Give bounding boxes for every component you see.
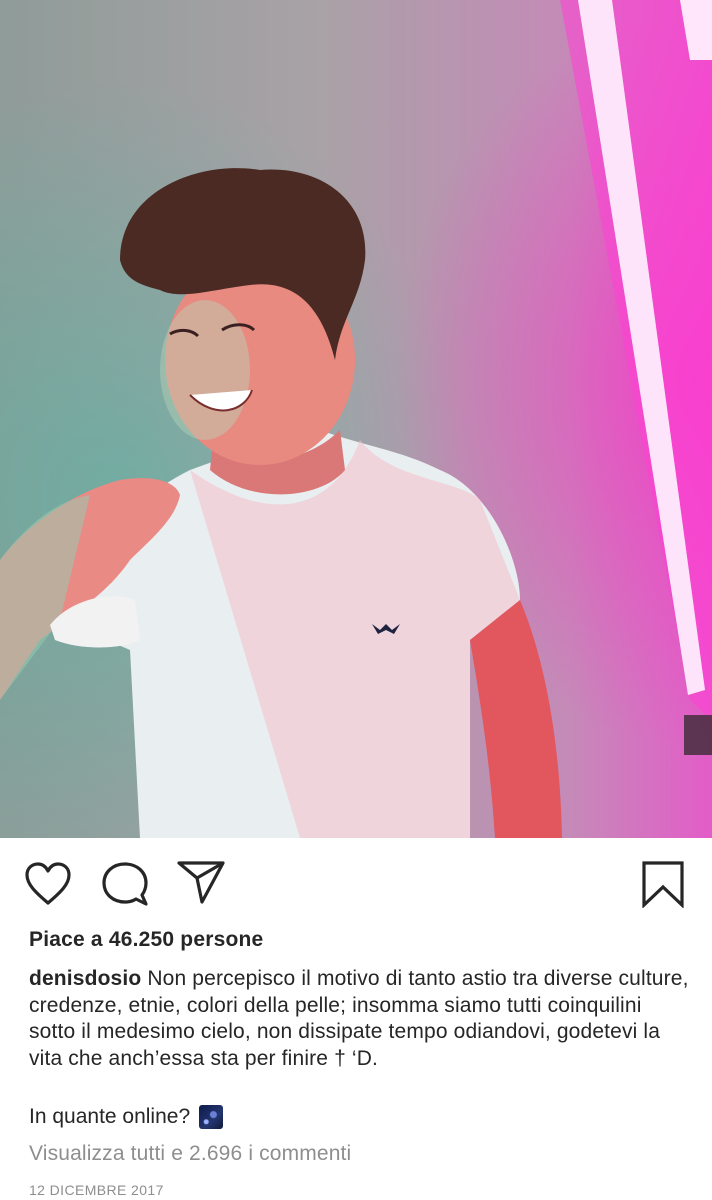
paper-plane-icon (177, 861, 225, 904)
bookmark-outline-icon (642, 861, 684, 909)
speech-bubble-icon (102, 862, 148, 906)
like-button[interactable] (25, 862, 71, 906)
action-bar (0, 838, 712, 930)
view-all-comments-link[interactable]: Visualizza tutti e 2.696 i commenti (29, 1142, 351, 1166)
caption-question: In quante online? (29, 1105, 191, 1128)
post-photo[interactable] (0, 0, 712, 838)
photo-illustration (0, 0, 712, 838)
instagram-post: Piace a 46.250 persone denisdosio Non pe… (0, 0, 712, 1200)
heart-outline-icon (25, 862, 71, 905)
likes-count[interactable]: Piace a 46.250 persone (29, 928, 263, 952)
caption-username[interactable]: denisdosio (29, 967, 141, 990)
save-button[interactable] (640, 860, 686, 909)
share-button[interactable] (177, 860, 225, 904)
post-caption: denisdosio Non percepisco il motivo di t… (29, 966, 689, 1072)
caption-question-line: In quante online? (29, 1104, 224, 1130)
galaxy-emoji-icon (199, 1105, 224, 1129)
comment-button[interactable] (102, 862, 148, 906)
post-date: 12 DICEMBRE 2017 (29, 1182, 164, 1198)
